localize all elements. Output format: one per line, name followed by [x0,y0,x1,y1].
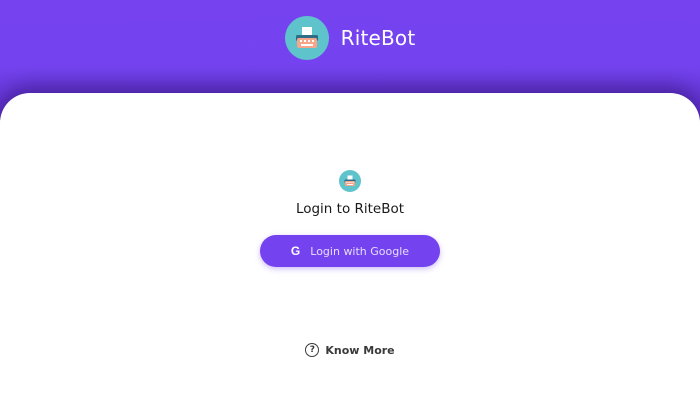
brand: RiteBot [0,16,700,60]
question-circle-icon: ? [305,343,320,357]
login-card: Login to RiteBot G Login with Google ? K… [0,93,700,394]
typewriter-icon [339,170,361,192]
know-more-label: Know More [325,343,395,357]
brand-name: RiteBot [340,26,416,50]
typewriter-icon [284,16,329,60]
google-button-label: Login with Google [310,244,410,258]
google-icon: G [290,244,301,258]
know-more-link[interactable]: ? Know More [0,343,700,357]
login-with-google-button[interactable]: G Login with Google [260,235,440,267]
login-title: Login to RiteBot [295,201,405,217]
